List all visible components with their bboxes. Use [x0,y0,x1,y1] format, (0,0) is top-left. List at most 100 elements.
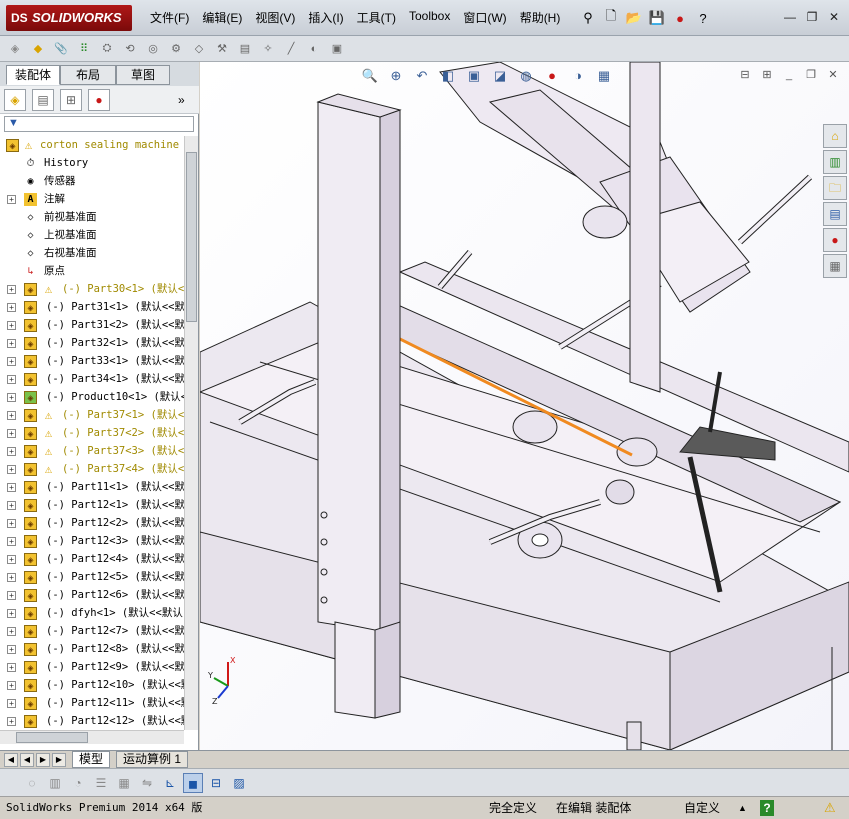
new-motion-study-icon[interactable]: ⚒ [213,40,231,58]
tree-item[interactable]: ◇ 上视基准面 [0,226,184,244]
display-manager-icon[interactable]: ● [88,88,110,111]
view-palette-icon[interactable]: ▤ [823,202,847,226]
pin-icon[interactable]: ⚲ [578,8,598,28]
menu-help[interactable]: 帮助(H) [520,9,561,26]
tree-item[interactable]: + A 注解 [0,190,184,208]
expand-icon[interactable]: + [7,429,16,438]
expand-icon[interactable]: + [7,519,16,528]
rebuild-traffic-light-icon[interactable]: ● [670,8,690,28]
pattern-icon[interactable]: ⠿ [75,40,93,58]
expand-icon[interactable]: + [7,645,16,654]
tree-item[interactable]: + ◈ (-) Part12<1> (默认<<默 [0,496,184,514]
tree-root[interactable]: ◈ ⚠ corton sealing machine [0,136,184,154]
tree-item[interactable]: ↳ 原点 [0,262,184,280]
close-icon[interactable]: ✕ [825,68,841,82]
property-manager-icon[interactable]: ▤ [32,88,54,111]
dimension-icon[interactable]: ⊾ [160,773,180,793]
new-document-icon[interactable]: 🗋 [601,8,621,28]
first-tab-icon[interactable]: ◀ [4,753,18,767]
tree-item[interactable]: + ◈ (-) Part12<4> (默认<<默 [0,550,184,568]
expand-icon[interactable]: + [7,573,16,582]
tree-filter[interactable]: ▼ [4,116,194,132]
expand-icon[interactable]: + [7,375,16,384]
minimize-icon[interactable]: _ [781,68,797,82]
appearance-icon[interactable]: ▨ [229,773,249,793]
menu-tools[interactable]: 工具(T) [357,9,396,26]
expand-icon[interactable]: + [7,321,16,330]
tree-item[interactable]: + ◈ (-) Part11<1> (默认<<默 [0,478,184,496]
edit-appearance-icon[interactable]: ● [542,66,562,86]
expand-icon[interactable]: + [7,357,16,366]
tab-assembly[interactable]: 装配体 [6,65,60,85]
tree-item[interactable]: + ◈ (-) Product10<1> (默认< [0,388,184,406]
zoom-to-area-icon[interactable]: ⊕ [386,66,406,86]
last-tab-icon[interactable]: ▶ [52,753,66,767]
new-part-icon[interactable]: ◆ [29,40,47,58]
zoom-to-fit-icon[interactable]: 🔍 [360,66,380,86]
tree-item[interactable]: + ◈ ⚠ (-) Part37<4> (默认< [0,460,184,478]
units-caret-icon[interactable]: ▲ [738,800,747,816]
help-icon[interactable]: ? [693,8,713,28]
show-hidden-icon[interactable]: ◎ [144,40,162,58]
tree-item[interactable]: + ◈ (-) Part31<2> (默认<<默 [0,316,184,334]
tree-vertical-scrollbar[interactable] [184,136,198,730]
menu-toolbox[interactable]: Toolbox [409,9,450,26]
next-tab-icon[interactable]: ▶ [36,753,50,767]
apply-scene-icon[interactable]: ◑ [568,66,588,86]
bill-of-materials-icon[interactable]: ▤ [236,40,254,58]
expand-icon[interactable]: + [7,411,16,420]
tree-item[interactable]: + ◈ (-) Part12<9> (默认<<默 [0,658,184,676]
tree-item[interactable]: ⏱ History [0,154,184,172]
tree-item[interactable]: + ◈ (-) Part12<7> (默认<<默 [0,622,184,640]
tree-item[interactable]: + ◈ ⚠ (-) Part37<3> (默认< [0,442,184,460]
tree-item[interactable]: + ◈ (-) Part12<12> (默认<<默 [0,712,184,730]
split-horizontal-icon[interactable]: ⊟ [737,68,753,82]
rebuild-status-icon[interactable]: ⚠ [824,800,836,816]
menu-window[interactable]: 窗口(W) [463,9,506,26]
configuration-manager-icon[interactable]: ⊞ [60,88,82,111]
expand-icon[interactable]: + [7,555,16,564]
expand-icon[interactable]: + [7,339,16,348]
move-component-icon[interactable]: ⟲ [121,40,139,58]
shaded-view-icon[interactable]: ◼ [183,772,203,793]
mate-icon[interactable]: 📎 [52,40,70,58]
menu-view[interactable]: 视图(V) [255,9,295,26]
feature-manager-icon[interactable]: ◈ [4,88,26,111]
tree-item[interactable]: + ◈ (-) Part12<11> (默认<<默 [0,694,184,712]
section-view-icon[interactable]: ◧ [438,66,458,86]
section-icon[interactable]: ⊟ [206,773,226,793]
expand-icon[interactable]: + [7,447,16,456]
minimize-icon[interactable]: — [781,9,799,25]
reference-geometry-icon[interactable]: ◇ [190,40,208,58]
tree-item[interactable]: + ◈ (-) Part12<5> (默认<<默 [0,568,184,586]
extrude-icon[interactable]: ▥ [45,773,65,793]
expand-icon[interactable]: + [7,681,16,690]
quick-tips-icon[interactable]: ? [760,800,774,816]
tab-layout[interactable]: 布局 [60,65,116,85]
appearances-icon[interactable]: ● [823,228,847,252]
tree-item[interactable]: ◇ 右视基准面 [0,244,184,262]
tree-item[interactable]: + ◈ ⚠ (-) Part37<1> (默认< [0,406,184,424]
tree-item[interactable]: + ◈ (-) Part32<1> (默认<<默 [0,334,184,352]
table-icon[interactable]: ▦ [114,773,134,793]
tree-item[interactable]: + ◈ ⚠ (-) Part30<1> (默认< [0,280,184,298]
expand-icon[interactable]: + [7,663,16,672]
tab-motion-study[interactable]: 运动算例 1 [116,751,189,768]
solidworks-resources-icon[interactable]: ⌂ [823,124,847,148]
tree-horizontal-scrollbar[interactable] [0,730,184,744]
close-icon[interactable]: ✕ [825,9,843,25]
tree-item[interactable]: ◉ 传感器 [0,172,184,190]
expand-icon[interactable]: + [7,195,16,204]
split-vertical-icon[interactable]: ⊞ [759,68,775,82]
expand-panel-icon[interactable]: » [178,93,185,107]
tree-item[interactable]: + ◈ (-) Part33<1> (默认<<默 [0,352,184,370]
graphics-area[interactable]: 🔍 ⊕ ↶ ◧ ▣ ◪ ◍ ● ◑ ▦ ⊟ ⊞ _ ❐ ✕ ⌂ ▥ 🗀 ▤ ● … [200,62,849,750]
tree-item[interactable]: + ◈ (-) Part12<10> (默认<<默 [0,676,184,694]
tree-item[interactable]: + ◈ (-) Part31<1> (默认<<默 [0,298,184,316]
mate-reference-icon[interactable]: ⇋ [137,773,157,793]
display-style-icon[interactable]: ◪ [490,66,510,86]
tree-item[interactable]: ◇ 前视基准面 [0,208,184,226]
carton-sealing-machine-model[interactable] [200,62,849,750]
expand-icon[interactable]: + [7,285,16,294]
expand-icon[interactable]: + [7,717,16,726]
